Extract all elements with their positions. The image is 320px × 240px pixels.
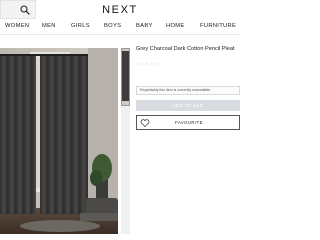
nav-item-home[interactable]: HOME: [166, 23, 185, 29]
nav-item-girls[interactable]: GIRLS: [71, 23, 90, 29]
curtain-photo: [0, 48, 118, 234]
nav-item-boys[interactable]: BOYS: [104, 23, 121, 29]
product-panel: Grey Charcoal Dark Cotton Pencil Pleat ☆…: [136, 36, 240, 236]
brand-logo[interactable]: NEXT: [80, 4, 160, 16]
search-box[interactable]: [0, 0, 36, 19]
rating-stars[interactable]: ☆☆☆☆☆: [136, 61, 159, 66]
nav-divider: [0, 34, 240, 35]
search-icon[interactable]: [20, 5, 30, 15]
add-to-bag-button[interactable]: ADD TO BAG: [136, 100, 240, 111]
nav-item-furniture[interactable]: FURNITURE: [200, 23, 236, 29]
product-title: Grey Charcoal Dark Cotton Pencil Pleat: [136, 46, 235, 52]
unavailable-message: Regrettably this item is currently unava…: [136, 86, 240, 95]
nav-item-women[interactable]: WOMEN: [5, 23, 29, 29]
thumbnail-image: [122, 49, 129, 105]
favourite-label: FAVOURITE: [175, 120, 203, 125]
thumbnail-strip: [121, 48, 130, 234]
nav-item-men[interactable]: MEN: [42, 23, 56, 29]
main-nav: WOMEN MEN GIRLS BOYS BABY HOME FURNITURE: [0, 20, 240, 34]
thumbnail-1[interactable]: [121, 48, 130, 106]
product-image[interactable]: [0, 48, 118, 234]
favourite-button[interactable]: FAVOURITE: [136, 115, 240, 130]
nav-item-baby[interactable]: BABY: [136, 23, 153, 29]
